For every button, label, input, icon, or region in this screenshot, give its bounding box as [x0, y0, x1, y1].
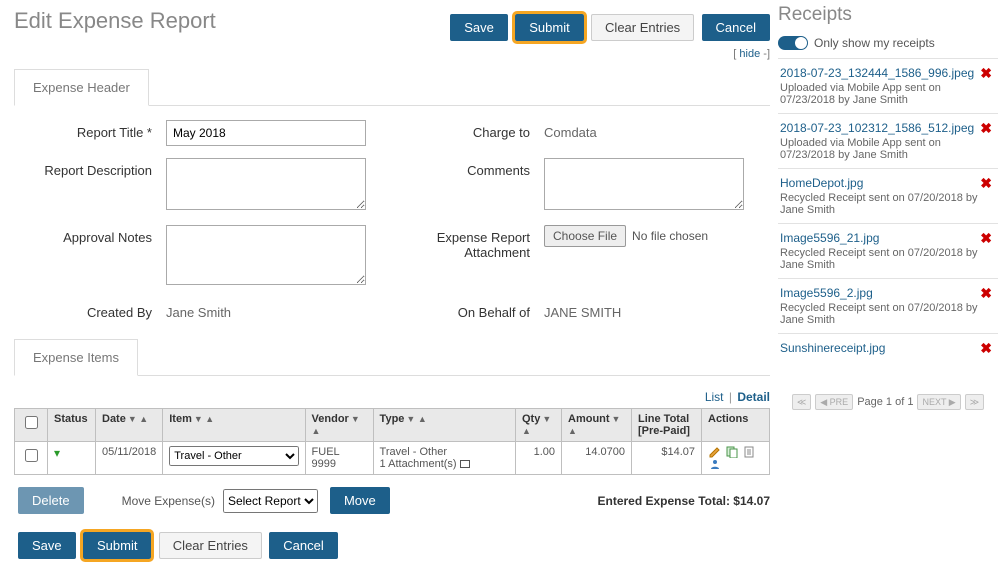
- col-vendor[interactable]: Vendor▼ ▲: [305, 409, 373, 442]
- delete-receipt-icon[interactable]: ✖: [980, 120, 992, 137]
- charge-to-value: Comdata: [544, 120, 770, 140]
- approval-notes-label: Approval Notes: [14, 225, 166, 245]
- receipt-name[interactable]: 2018-07-23_102312_1586_512.jpeg: [780, 121, 992, 135]
- report-description-label: Report Description: [14, 158, 166, 178]
- report-title-label: Report Title *: [14, 120, 166, 140]
- page-title: Edit Expense Report: [14, 8, 216, 34]
- select-all-checkbox[interactable]: [25, 416, 38, 429]
- expense-items-table: Status Date▼ ▲ Item▼ ▲ Vendor▼ ▲ Type▼ ▲…: [14, 408, 770, 475]
- col-amount[interactable]: Amount▼ ▲: [562, 409, 632, 442]
- row-checkbox[interactable]: [25, 449, 38, 462]
- report-title-input[interactable]: [166, 120, 366, 146]
- hide-link[interactable]: [ hide -]: [14, 48, 770, 60]
- save-button[interactable]: Save: [450, 14, 508, 41]
- receipt-item[interactable]: ✖2018-07-23_132444_1586_996.jpeg Uploaded…: [778, 58, 998, 113]
- created-by-value: Jane Smith: [166, 300, 392, 320]
- submit-button[interactable]: Submit: [515, 14, 583, 41]
- on-behalf-label: On Behalf of: [392, 300, 544, 320]
- cancel-button-bottom[interactable]: Cancel: [269, 532, 337, 559]
- no-file-text: No file chosen: [632, 229, 708, 243]
- tab-expense-items[interactable]: Expense Items: [14, 339, 138, 376]
- entered-total-value: $14.07: [733, 494, 770, 508]
- delete-button[interactable]: Delete: [18, 487, 84, 514]
- tab-expense-header[interactable]: Expense Header: [14, 69, 149, 106]
- clear-entries-button-bottom[interactable]: Clear Entries: [159, 532, 262, 559]
- col-status[interactable]: Status: [48, 409, 96, 442]
- only-my-receipts-toggle[interactable]: [778, 36, 808, 50]
- pager-last-button[interactable]: ≫: [965, 394, 984, 410]
- row-date: 05/11/2018: [96, 442, 163, 475]
- comments-label: Comments: [392, 158, 544, 178]
- charge-to-label: Charge to: [392, 120, 544, 140]
- move-expense-select[interactable]: Select Report: [223, 489, 318, 513]
- edit-icon[interactable]: [709, 446, 721, 458]
- receipt-name[interactable]: 2018-07-23_132444_1586_996.jpeg: [780, 66, 992, 80]
- move-expense-label: Move Expense(s): [122, 494, 215, 508]
- user-icon[interactable]: [709, 458, 721, 470]
- receipt-item[interactable]: ✖2018-07-23_102312_1586_512.jpeg Uploaded…: [778, 113, 998, 168]
- row-type: Travel - Other 1 Attachment(s): [373, 442, 515, 475]
- approval-notes-input[interactable]: [166, 225, 366, 285]
- delete-receipt-icon[interactable]: ✖: [980, 65, 992, 82]
- row-linetotal: $14.07: [632, 442, 702, 475]
- only-my-receipts-label: Only show my receipts: [814, 36, 935, 50]
- receipt-meta: Recycled Receipt sent on 07/20/2018 by J…: [780, 302, 978, 326]
- clear-entries-button[interactable]: Clear Entries: [591, 14, 694, 41]
- receipt-name[interactable]: Image5596_2.jpg: [780, 286, 992, 300]
- table-row: ▾ 05/11/2018 Travel - Other FUEL 9999 Tr…: [15, 442, 770, 475]
- receipt-name[interactable]: HomeDepot.jpg: [780, 176, 992, 190]
- row-item-select[interactable]: Travel - Other: [169, 446, 298, 466]
- col-linetotal[interactable]: Line Total[Pre-Paid]: [632, 409, 702, 442]
- on-behalf-value: JANE SMITH: [544, 300, 770, 320]
- list-view-link[interactable]: List: [705, 390, 724, 404]
- receipt-item[interactable]: ✖HomeDepot.jpg Recycled Receipt sent on 0…: [778, 168, 998, 223]
- col-item[interactable]: Item▼ ▲: [163, 409, 305, 442]
- receipt-item[interactable]: ✖Image5596_21.jpg Recycled Receipt sent o…: [778, 223, 998, 278]
- col-type[interactable]: Type▼ ▲: [373, 409, 515, 442]
- col-actions: Actions: [702, 409, 770, 442]
- save-button-bottom[interactable]: Save: [18, 532, 76, 559]
- receipt-meta: Recycled Receipt sent on 07/20/2018 by J…: [780, 192, 978, 216]
- receipt-name[interactable]: Image5596_21.jpg: [780, 231, 992, 245]
- delete-receipt-icon[interactable]: ✖: [980, 340, 992, 357]
- receipts-title: Receipts: [778, 4, 998, 26]
- receipt-meta: Uploaded via Mobile App sent on 07/23/20…: [780, 82, 941, 106]
- receipt-name[interactable]: Sunshinereceipt.jpg: [780, 341, 992, 355]
- row-vendor: FUEL 9999: [305, 442, 373, 475]
- attachment-icon: [460, 460, 470, 468]
- delete-receipt-icon[interactable]: ✖: [980, 285, 992, 302]
- pager-first-button[interactable]: ≪: [792, 394, 811, 410]
- pager-text: Page 1 of 1: [857, 396, 913, 408]
- pager-prev-button[interactable]: ◀ PRE: [815, 394, 853, 410]
- row-amount: 14.0700: [562, 442, 632, 475]
- attachment-label: Expense Report Attachment: [392, 225, 544, 260]
- pager-next-button[interactable]: NEXT ▶: [917, 394, 960, 410]
- entered-total-label: Entered Expense Total:: [597, 494, 733, 508]
- col-date[interactable]: Date▼ ▲: [96, 409, 163, 442]
- choose-file-button[interactable]: Choose File: [544, 225, 626, 247]
- status-ok-icon: ▾: [54, 446, 60, 460]
- detail-view-link[interactable]: Detail: [737, 390, 770, 404]
- move-button[interactable]: Move: [330, 487, 390, 514]
- receipt-item[interactable]: ✖Sunshinereceipt.jpg: [778, 333, 998, 364]
- col-qty[interactable]: Qty▼ ▲: [516, 409, 562, 442]
- created-by-label: Created By: [14, 300, 166, 320]
- delete-receipt-icon[interactable]: ✖: [980, 230, 992, 247]
- submit-button-bottom[interactable]: Submit: [83, 532, 151, 559]
- receipts-list[interactable]: ✖2018-07-23_132444_1586_996.jpegUploaded…: [778, 58, 998, 388]
- copy-icon[interactable]: [726, 446, 738, 458]
- cancel-button[interactable]: Cancel: [702, 14, 770, 41]
- delete-receipt-icon[interactable]: ✖: [980, 175, 992, 192]
- receipt-meta: Uploaded via Mobile App sent on 07/23/20…: [780, 137, 941, 161]
- report-description-input[interactable]: [166, 158, 366, 210]
- receipt-meta: Recycled Receipt sent on 07/20/2018 by J…: [780, 247, 978, 271]
- comments-input[interactable]: [544, 158, 744, 210]
- attach-receipt-icon[interactable]: [743, 446, 755, 458]
- receipt-item[interactable]: ✖Image5596_2.jpg Recycled Receipt sent on…: [778, 278, 998, 333]
- row-qty: 1.00: [516, 442, 562, 475]
